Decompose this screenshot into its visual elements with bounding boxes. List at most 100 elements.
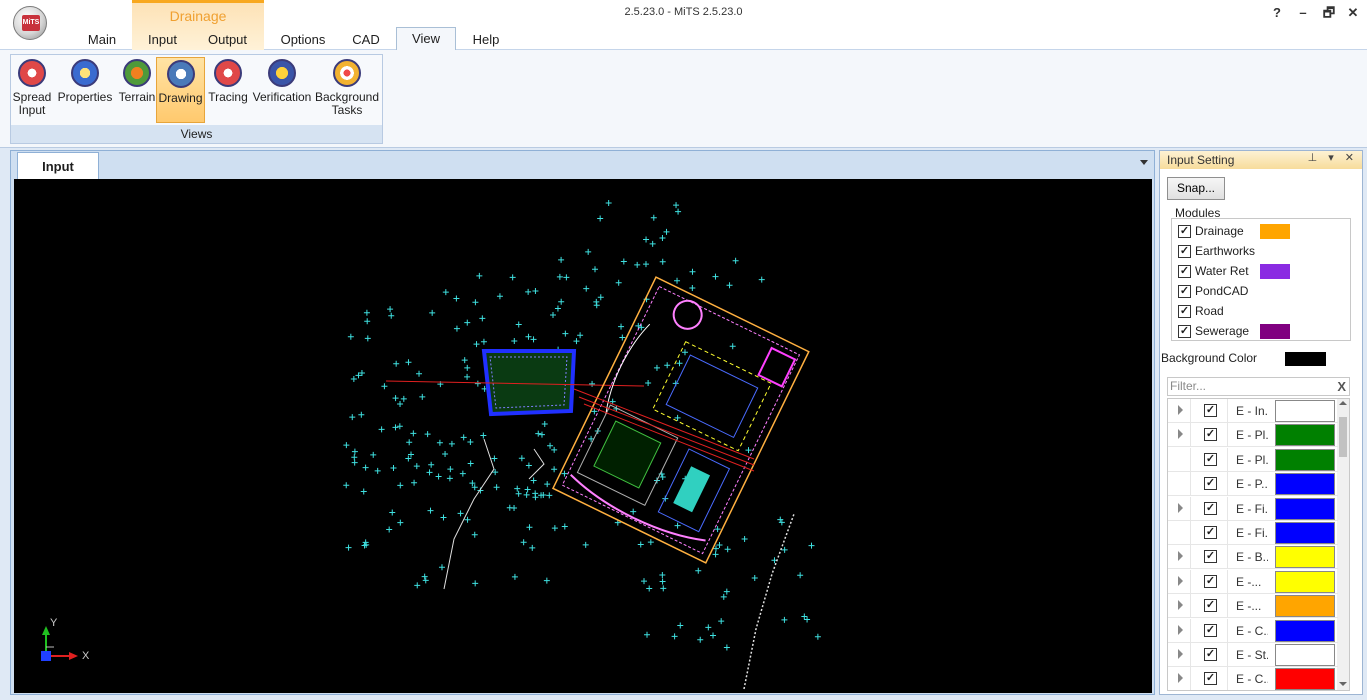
close-icon[interactable]: ✕ — [1340, 2, 1366, 24]
tab-input[interactable]: Input — [140, 31, 185, 50]
layer-visibility-checkbox[interactable]: ✓ — [1204, 452, 1217, 466]
expand-arrow-icon[interactable] — [1178, 600, 1183, 611]
layer-row[interactable]: ✓ E - C... — [1168, 618, 1338, 643]
sewerage-color-swatch[interactable] — [1260, 324, 1290, 339]
clear-filter-icon[interactable]: X — [1337, 378, 1346, 395]
expand-arrow-icon[interactable] — [1178, 575, 1183, 586]
help-icon[interactable]: ? — [1264, 2, 1290, 24]
snap-button[interactable]: Snap... — [1167, 177, 1225, 200]
tracing-button[interactable]: Tracing — [207, 57, 249, 123]
layer-visibility-checkbox[interactable]: ✓ — [1204, 477, 1217, 491]
module-drainage[interactable]: ✓ Drainage — [1178, 222, 1244, 240]
layer-color-swatch[interactable] — [1275, 644, 1335, 666]
restore-icon[interactable]: 🗗 — [1316, 2, 1342, 24]
expand-arrow-icon[interactable] — [1178, 551, 1183, 562]
layer-visibility-checkbox[interactable]: ✓ — [1204, 623, 1217, 637]
layer-visibility-checkbox[interactable]: ✓ — [1204, 501, 1217, 515]
cad-drawing-canvas[interactable]: Y X — [14, 179, 1152, 693]
expand-arrow-icon[interactable] — [1178, 673, 1183, 684]
drainage-color-swatch[interactable] — [1260, 224, 1290, 239]
layer-color-swatch[interactable] — [1275, 619, 1335, 642]
layer-row[interactable]: ✓ E - Pl... — [1168, 447, 1338, 472]
terrain-button[interactable]: Terrain — [117, 57, 157, 123]
survey-point-icon — [419, 393, 426, 400]
tab-input-document[interactable]: Input — [17, 152, 99, 179]
layer-row[interactable]: ✓ E - St... — [1168, 643, 1338, 667]
layer-row[interactable]: ✓ E -... — [1168, 594, 1338, 619]
module-pondcad[interactable]: ✓ PondCAD — [1178, 282, 1248, 300]
expand-arrow-icon[interactable] — [1178, 649, 1183, 659]
document-list-dropdown-icon[interactable] — [1140, 160, 1148, 165]
tab-help[interactable]: Help — [466, 31, 506, 50]
layer-color-swatch[interactable] — [1275, 448, 1335, 471]
module-sewerage[interactable]: ✓ Sewerage — [1178, 322, 1249, 340]
checkbox-road[interactable]: ✓ — [1178, 305, 1191, 319]
tab-options[interactable]: Options — [276, 31, 330, 50]
layer-row[interactable]: ✓ E - Fi... — [1168, 521, 1338, 545]
survey-point-icon — [460, 434, 467, 441]
layer-color-swatch[interactable] — [1275, 400, 1335, 422]
expand-arrow-icon[interactable] — [1178, 429, 1183, 440]
layer-color-swatch[interactable] — [1275, 668, 1335, 690]
scroll-thumb[interactable] — [1339, 417, 1347, 457]
layer-color-swatch[interactable] — [1275, 570, 1335, 593]
survey-point-icon — [461, 357, 468, 364]
layer-color-swatch[interactable] — [1275, 595, 1335, 618]
spread-input-button[interactable]: Spread Input — [12, 57, 52, 123]
expand-arrow-icon[interactable] — [1178, 624, 1183, 635]
tab-view[interactable]: View — [396, 27, 456, 51]
panel-pin-close-icons[interactable]: ⊥ ▾ ✕ — [1308, 151, 1358, 164]
scroll-down-icon[interactable] — [1339, 682, 1347, 686]
background-tasks-button[interactable]: Background Tasks — [314, 57, 380, 123]
layer-checkbox-cell: ✓ — [1190, 496, 1228, 521]
background-color-swatch[interactable] — [1285, 352, 1326, 366]
layer-row[interactable]: ✓ E - Pl... — [1168, 423, 1338, 448]
survey-point-icon — [480, 338, 487, 345]
water-ret-color-swatch[interactable] — [1260, 264, 1290, 279]
layer-list-scrollbar[interactable] — [1337, 399, 1349, 690]
layer-filter-input[interactable]: Filter... X — [1167, 377, 1350, 396]
layer-color-swatch[interactable] — [1275, 497, 1335, 520]
layer-visibility-checkbox[interactable]: ✓ — [1204, 550, 1217, 564]
layer-visibility-checkbox[interactable]: ✓ — [1204, 526, 1217, 539]
checkbox-water-ret[interactable]: ✓ — [1178, 265, 1191, 279]
layer-visibility-checkbox[interactable]: ✓ — [1204, 428, 1217, 442]
verification-button[interactable]: Verification — [251, 57, 313, 123]
modules-list: ✓ Drainage ✓ Earthworks ✓ Water Ret ✓ PondCA… — [1171, 218, 1351, 341]
drawing-button[interactable]: Drawing — [156, 57, 205, 123]
minimize-icon[interactable]: – — [1290, 2, 1316, 24]
expand-arrow-icon[interactable] — [1178, 502, 1183, 513]
scroll-up-icon[interactable] — [1339, 401, 1347, 405]
survey-point-icon — [406, 439, 413, 446]
layer-color-swatch[interactable] — [1275, 522, 1335, 544]
checkbox-pondcad[interactable]: ✓ — [1178, 285, 1191, 299]
tab-cad[interactable]: CAD — [346, 31, 386, 50]
layer-color-swatch[interactable] — [1275, 424, 1335, 447]
layer-color-swatch[interactable] — [1275, 546, 1335, 569]
module-earthworks[interactable]: ✓ Earthworks — [1178, 242, 1255, 260]
layer-visibility-checkbox[interactable]: ✓ — [1204, 404, 1217, 417]
layer-row[interactable]: ✓ E - Fi... — [1168, 496, 1338, 521]
layer-visibility-checkbox[interactable]: ✓ — [1204, 672, 1217, 686]
expand-arrow-icon[interactable] — [1178, 405, 1183, 415]
layer-row[interactable]: ✓ E - B... — [1168, 545, 1338, 570]
properties-button[interactable]: Properties — [55, 57, 115, 123]
module-water-ret[interactable]: ✓ Water Ret — [1178, 262, 1249, 280]
layer-visibility-checkbox[interactable]: ✓ — [1204, 574, 1217, 588]
layer-row[interactable]: ✓ E -... — [1168, 569, 1338, 594]
survey-point-icon — [751, 575, 758, 582]
module-road[interactable]: ✓ Road — [1178, 302, 1224, 320]
layer-visibility-checkbox[interactable]: ✓ — [1204, 648, 1217, 661]
tab-main[interactable]: Main — [82, 31, 122, 50]
layer-color-swatch[interactable] — [1275, 473, 1335, 496]
checkbox-earthworks[interactable]: ✓ — [1178, 245, 1191, 259]
survey-point-icon — [582, 541, 589, 548]
checkbox-sewerage[interactable]: ✓ — [1178, 325, 1191, 339]
tab-output[interactable]: Output — [200, 31, 255, 50]
layer-row[interactable]: ✓ E - In... — [1168, 399, 1338, 423]
layer-row[interactable]: ✓ E - C... — [1168, 667, 1338, 690]
checkbox-drainage[interactable]: ✓ — [1178, 225, 1191, 239]
layer-visibility-checkbox[interactable]: ✓ — [1204, 599, 1217, 613]
survey-point-icon — [645, 380, 652, 387]
layer-row[interactable]: ✓ E - P... — [1168, 472, 1338, 497]
